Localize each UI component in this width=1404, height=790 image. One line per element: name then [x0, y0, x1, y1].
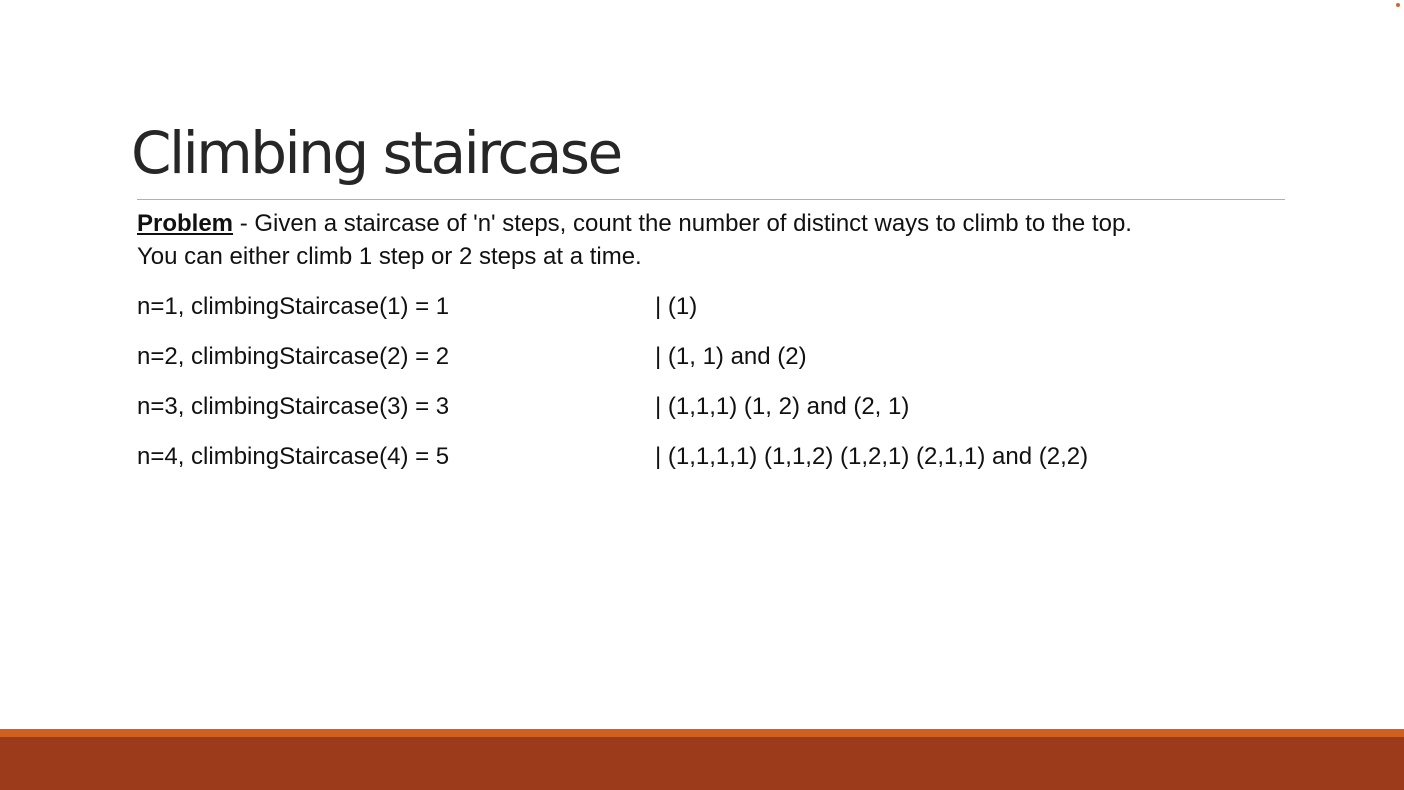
example-row: n=3, climbingStaircase(3) = 3 | (1,1,1) …	[137, 390, 1277, 440]
problem-text: - Given a staircase of 'n' steps, count …	[233, 210, 1132, 237]
example-formula: n=3, climbingStaircase(3) = 3	[137, 393, 450, 420]
examples-list: n=1, climbingStaircase(1) = 1 | (1) n=2,…	[137, 290, 1277, 490]
example-formula: n=4, climbingStaircase(4) = 5	[137, 443, 450, 470]
example-ways: | (1)	[655, 293, 698, 320]
slide: Climbing staircase Problem - Given a sta…	[0, 0, 1404, 790]
title-divider	[137, 199, 1285, 200]
problem-statement: Problem - Given a staircase of 'n' steps…	[137, 207, 1277, 240]
slide-body: Problem - Given a staircase of 'n' steps…	[137, 207, 1277, 490]
footer-bar	[0, 737, 1404, 790]
example-row: n=2, climbingStaircase(2) = 2 | (1, 1) a…	[137, 340, 1277, 390]
example-ways: | (1,1,1) (1, 2) and (2, 1)	[655, 393, 910, 420]
example-ways: | (1, 1) and (2)	[655, 343, 807, 370]
example-row: n=4, climbingStaircase(4) = 5 | (1,1,1,1…	[137, 440, 1277, 490]
example-row: n=1, climbingStaircase(1) = 1 | (1)	[137, 290, 1277, 340]
problem-label: Problem	[137, 210, 234, 237]
example-ways: | (1,1,1,1) (1,1,2) (1,2,1) (2,1,1) and …	[655, 443, 1089, 470]
slide-title: Climbing staircase	[131, 119, 623, 187]
example-formula: n=1, climbingStaircase(1) = 1	[137, 293, 450, 320]
example-formula: n=2, climbingStaircase(2) = 2	[137, 343, 450, 370]
footer-accent-stripe	[0, 729, 1404, 737]
problem-statement-line2: You can either climb 1 step or 2 steps a…	[137, 243, 642, 270]
corner-dot-decoration	[1396, 3, 1400, 7]
